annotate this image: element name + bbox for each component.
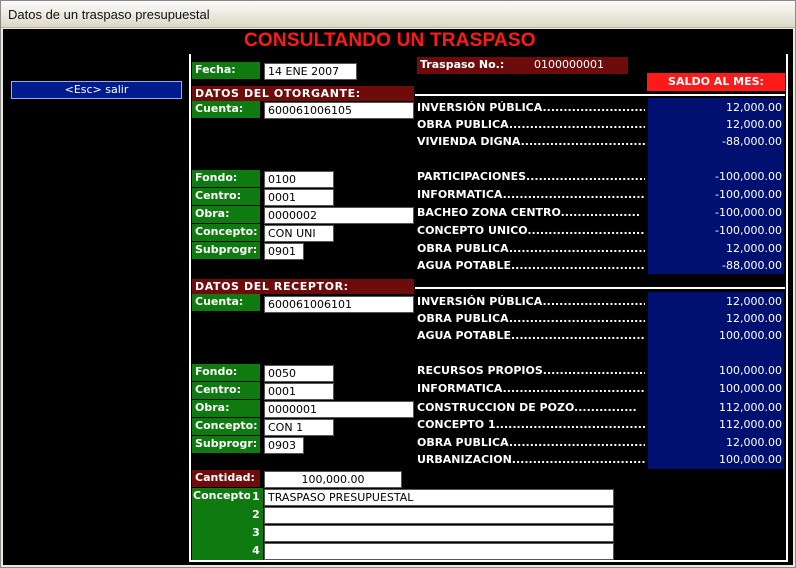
otorgante-cuenta-label: Cuenta: — [192, 101, 260, 118]
otorgante-account-name: CONCEPTO UNICO..........................… — [417, 224, 645, 237]
otorgante-fondo-label: Fondo: — [192, 170, 260, 187]
concepto-line-number: 1 — [250, 488, 262, 506]
receptor-fondo-field[interactable]: 0050 — [264, 365, 334, 382]
receptor-account-name: INVERSIÓN PÚBLICA.......................… — [417, 295, 645, 308]
receptor-concepto-field[interactable]: CON 1 — [264, 419, 334, 436]
otorgante-account-name: INFORMATICA.............................… — [417, 188, 645, 201]
otorgante-account-balance: -100,000.00 — [715, 188, 782, 201]
otorgante-centro-field[interactable]: 0001 — [264, 189, 334, 206]
receptor-account-name: CONSTRUCCION DE POZO............... — [417, 401, 637, 414]
cantidad-label: Cantidad: — [192, 470, 260, 487]
receptor-account-name: CONCEPTO 1..............................… — [417, 418, 645, 431]
receptor-account-name: AGUA POTABLE............................… — [417, 329, 645, 342]
otorgante-account-balance: 12,000.00 — [726, 118, 782, 131]
cantidad-field[interactable]: 100,000.00 — [264, 471, 402, 488]
concepto-line-field[interactable]: TRASPASO PRESUPUESTAL — [264, 489, 614, 506]
fecha-field[interactable]: 14 ENE 2007 — [264, 63, 357, 80]
receptor-account-balance: 100,000.00 — [719, 329, 782, 342]
receptor-account-balance: 12,000.00 — [726, 436, 782, 449]
concepto-line-field[interactable] — [264, 507, 614, 524]
otorgante-account-balance: 12,000.00 — [726, 101, 782, 114]
otorgante-account-name: AGUA POTABLE............................… — [417, 259, 645, 272]
traspaso-label: Traspaso No.: — [420, 58, 505, 71]
receptor-subprogr-field[interactable]: 0903 — [264, 437, 304, 454]
receptor-obra-field[interactable]: 0000001 — [264, 401, 414, 418]
otorgante-subprogr-label: Subprogr: — [192, 242, 260, 259]
receptor-account-balance: 100,000.00 — [719, 364, 782, 377]
otorgante-cuenta-field[interactable]: 600061006105 — [264, 102, 414, 119]
otorgante-account-balance: -88,000.00 — [722, 135, 782, 148]
otorgante-account-balance: -100,000.00 — [715, 206, 782, 219]
receptor-account-balance: 12,000.00 — [726, 312, 782, 325]
receptor-fondo-label: Fondo: — [192, 364, 260, 381]
esc-exit-button[interactable]: <Esc> salir — [11, 81, 182, 99]
receptor-concepto-label: Concepto: — [192, 418, 260, 435]
otorgante-account-balance: 12,000.00 — [726, 242, 782, 255]
receptor-account-name: RECURSOS PROPIOS........................… — [417, 364, 645, 377]
otorgante-fondo-field[interactable]: 0100 — [264, 171, 334, 188]
concepto-line-field[interactable] — [264, 543, 614, 560]
fecha-label: Fecha: — [192, 62, 260, 79]
concepto-line-number: 4 — [250, 542, 262, 560]
receptor-cuenta-field[interactable]: 600061006101 — [264, 296, 414, 313]
otorgante-account-name: OBRA PUBLICA............................… — [417, 118, 645, 131]
concepto-lines-label: Concepto: — [193, 489, 256, 502]
receptor-account-balance: 112,000.00 — [719, 418, 782, 431]
otorgante-account-name: BACHEO ZONA CENTRO................... — [417, 206, 641, 219]
title-bar: Datos de un traspaso presupuestal — [1, 1, 795, 28]
otorgante-section-title: DATOS DEL OTORGANTE: — [192, 86, 414, 101]
otorgante-account-name: PARTICIPACIONES.........................… — [417, 170, 645, 183]
otorgante-account-balance: -100,000.00 — [715, 170, 782, 183]
otorgante-centro-label: Centro: — [192, 188, 260, 205]
traspaso-box: Traspaso No.: 0100000001 — [417, 57, 628, 74]
otorgante-account-balance: -100,000.00 — [715, 224, 782, 237]
receptor-subprogr-label: Subprogr: — [192, 436, 260, 453]
saldo-header: SALDO AL MES: — [647, 73, 785, 91]
receptor-cuenta-label: Cuenta: — [192, 294, 260, 311]
otorgante-obra-field[interactable]: 0000002 — [264, 207, 414, 224]
otorgante-obra-label: Obra: — [192, 206, 260, 223]
receptor-account-balance: 100,000.00 — [719, 382, 782, 395]
otorgante-top-separator — [415, 94, 785, 96]
receptor-account-name: URBANIZACION............................… — [417, 453, 645, 466]
otorgante-subprogr-field[interactable]: 0901 — [264, 243, 304, 260]
receptor-account-balance: 12,000.00 — [726, 295, 782, 308]
concepto-line-number: 3 — [250, 524, 262, 542]
otorgante-account-name: INVERSIÓN PÚBLICA.......................… — [417, 101, 645, 114]
receptor-account-name: INFORMATICA.............................… — [417, 382, 645, 395]
otorgante-account-name: VIVIENDA DIGNA..........................… — [417, 135, 645, 148]
otorgante-account-balance: -88,000.00 — [722, 259, 782, 272]
otorgante-concepto-field[interactable]: CON UNI — [264, 225, 334, 242]
concepto-line-field[interactable] — [264, 525, 614, 542]
otorgante-concepto-label: Concepto: — [192, 224, 260, 241]
traspaso-number: 0100000001 — [534, 58, 604, 71]
receptor-account-name: OBRA PUBLICA............................… — [417, 312, 645, 325]
receptor-centro-field[interactable]: 0001 — [264, 383, 334, 400]
concepto-line-number: 2 — [250, 506, 262, 524]
receptor-top-separator — [415, 287, 785, 289]
otorgante-account-name: OBRA PUBLICA............................… — [417, 242, 645, 255]
receptor-obra-label: Obra: — [192, 400, 260, 417]
receptor-account-balance: 112,000.00 — [719, 401, 782, 414]
receptor-centro-label: Centro: — [192, 382, 260, 399]
receptor-section-title: DATOS DEL RECEPTOR: — [192, 279, 414, 294]
receptor-account-balance: 100,000.00 — [719, 453, 782, 466]
page-heading: CONSULTANDO UN TRASPASO — [244, 30, 536, 51]
window-title: Datos de un traspaso presupuestal — [8, 7, 210, 22]
receptor-account-name: OBRA PUBLICA............................… — [417, 436, 645, 449]
